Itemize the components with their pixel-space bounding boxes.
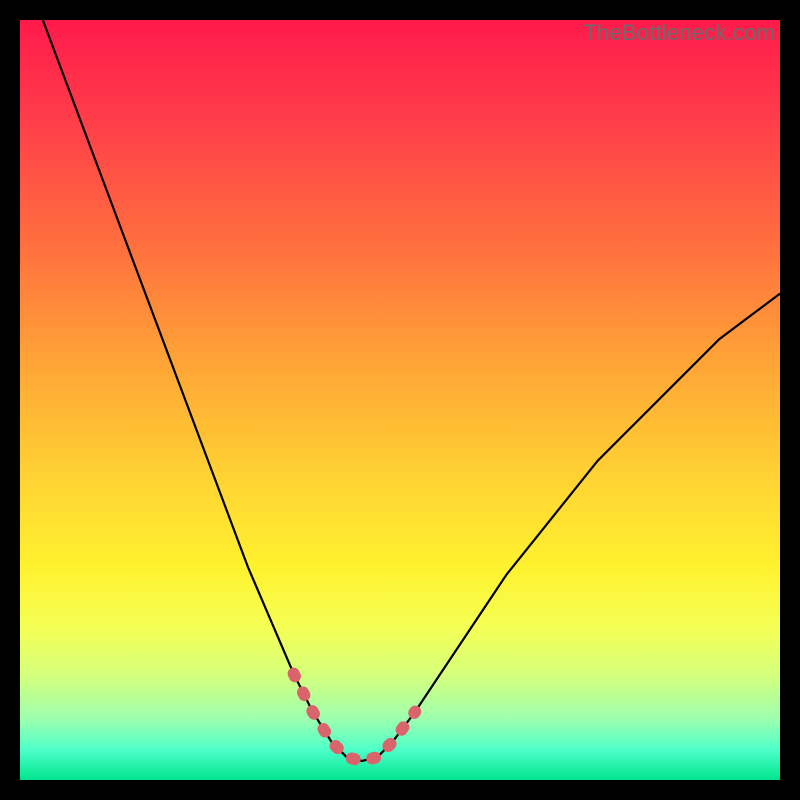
watermark-text: TheBottleneck.com [583, 20, 775, 46]
chart-frame: TheBottleneck.com [20, 20, 780, 780]
gradient-background [20, 20, 780, 780]
bottleneck-plot [20, 20, 780, 780]
